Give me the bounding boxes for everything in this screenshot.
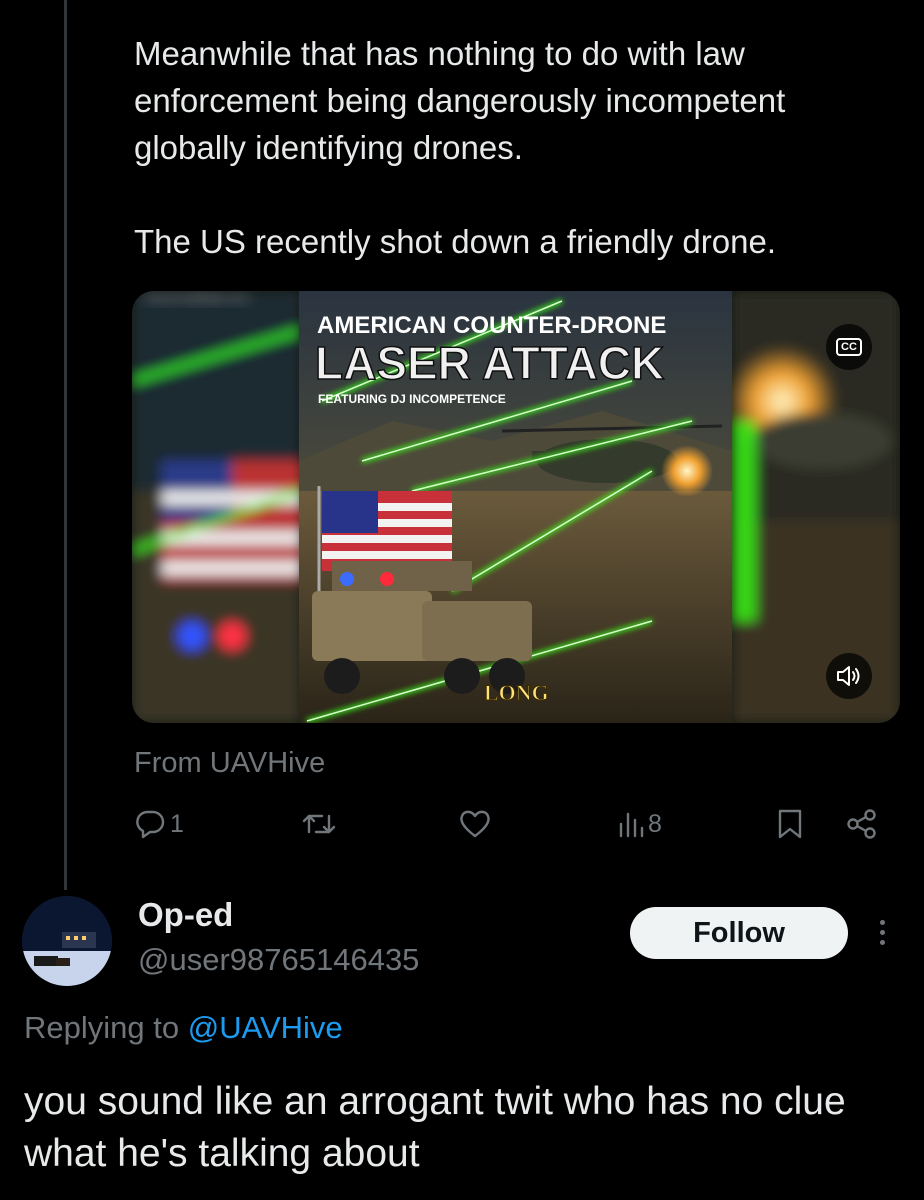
video-player[interactable]: FEATURING DJ AMERICAN COUNTER-DRONE LASE… bbox=[132, 291, 900, 723]
replying-prefix: Replying to bbox=[24, 1010, 180, 1045]
share-button[interactable] bbox=[846, 808, 878, 840]
share-icon bbox=[847, 809, 876, 839]
like-button[interactable] bbox=[458, 808, 496, 840]
more-dot bbox=[879, 919, 885, 925]
poster-subtitle: FEATURING DJ INCOMPETENCE bbox=[318, 392, 506, 406]
heart-icon bbox=[460, 810, 490, 838]
reply-handle[interactable]: @user98765146435 bbox=[138, 942, 419, 978]
retweet-icon bbox=[302, 814, 336, 834]
more-options-button[interactable] bbox=[868, 912, 896, 952]
avatar[interactable] bbox=[22, 896, 112, 986]
poster-image: AMERICAN COUNTER-DRONE LASER ATTACK FEAT… bbox=[299, 291, 732, 723]
reply-display-name[interactable]: Op-ed bbox=[138, 896, 233, 934]
speaker-icon bbox=[837, 666, 860, 686]
tweet-text-paragraph: Meanwhile that has nothing to do with la… bbox=[134, 35, 786, 166]
tweet-actions-bar: 1 8 bbox=[0, 808, 924, 852]
views-button[interactable]: 8 bbox=[618, 808, 662, 840]
blurred-caption: FEATURING DJ bbox=[146, 291, 248, 306]
tweet-text: Meanwhile that has nothing to do with la… bbox=[134, 30, 904, 265]
bookmark-icon bbox=[778, 809, 802, 839]
poster-title-line-1: AMERICAN COUNTER-DRONE bbox=[317, 312, 666, 339]
bookmark-button[interactable] bbox=[776, 808, 804, 840]
views-count: 8 bbox=[648, 809, 662, 838]
mute-button[interactable] bbox=[826, 653, 872, 699]
reply-count: 1 bbox=[170, 809, 184, 838]
retweet-button[interactable] bbox=[300, 808, 342, 840]
reply-button[interactable]: 1 bbox=[134, 808, 184, 840]
avatar-image bbox=[22, 896, 112, 986]
closed-captions-icon: CC bbox=[836, 338, 862, 356]
follow-button[interactable]: Follow bbox=[630, 907, 848, 959]
views-icon bbox=[619, 812, 644, 838]
poster-title-line-2: LASER ATTACK bbox=[315, 337, 664, 389]
tweet-text-paragraph: The US recently shot down a friendly dro… bbox=[134, 223, 777, 260]
video-thumbnail: FEATURING DJ AMERICAN COUNTER-DRONE LASE… bbox=[132, 291, 900, 723]
reply-text: you sound like an arrogant twit who has … bbox=[24, 1080, 846, 1175]
more-dot bbox=[879, 929, 885, 935]
media-source-label[interactable]: From UAVHive bbox=[134, 747, 325, 780]
replying-to-mention[interactable]: @UAVHive bbox=[188, 1010, 343, 1045]
poster-badge: LONG bbox=[484, 680, 549, 705]
more-dot bbox=[879, 939, 885, 945]
blurred-right-panel bbox=[727, 291, 900, 723]
replying-to-line: Replying to @UAVHive bbox=[24, 1010, 343, 1046]
closed-captions-button[interactable]: CC bbox=[826, 324, 872, 370]
thread-connector-line bbox=[64, 0, 67, 890]
reply-icon bbox=[136, 810, 165, 839]
blurred-left-panel bbox=[132, 291, 302, 723]
